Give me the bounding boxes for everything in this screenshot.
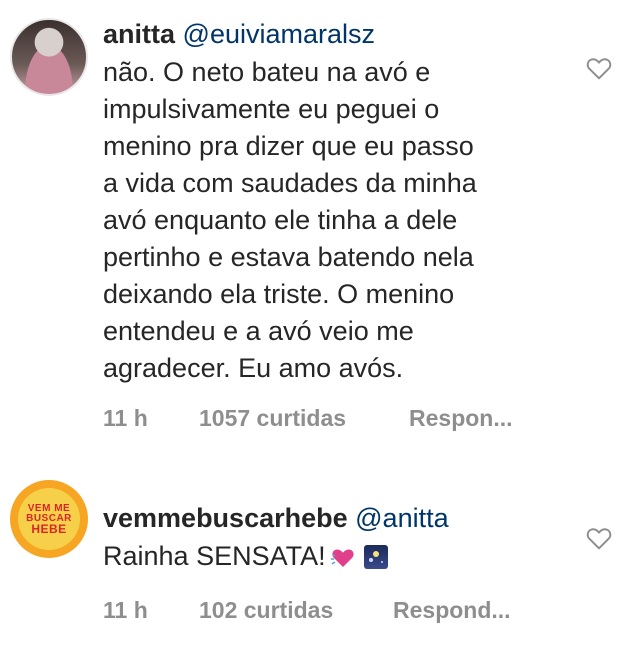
avatar[interactable]	[10, 18, 88, 96]
reply-button[interactable]: Respond...	[393, 597, 511, 624]
comment-time: 11 h	[103, 405, 148, 431]
comment-text-line: Rainha SENSATA!	[103, 538, 543, 575]
avatar-badge: VEM ME BUSCAR HEBE	[18, 488, 80, 550]
comment-header: vemmebuscarhebe @anitta	[103, 502, 543, 534]
comment-text-line: entendeu e a avó veio me	[103, 316, 414, 346]
comment-text-line: menino pra dizer que eu passo	[103, 131, 474, 161]
comment-mention[interactable]: @anitta	[355, 503, 448, 533]
comment-meta: 11 h 1057 curtidas Respon...	[103, 405, 543, 435]
comment-body: vemmebuscarhebe @anitta Rainha SENSATA! …	[103, 502, 543, 627]
comment-text: não. O neto bateu na avó e impulsivament…	[103, 54, 543, 387]
comment-text-line: avó enquanto ele tinha a dele	[103, 205, 458, 235]
comment-text-line: deixando ela triste. O menino	[103, 279, 455, 309]
comment-mention[interactable]: @euiviamaralsz	[183, 19, 375, 49]
comment-likes[interactable]: 1057 curtidas	[199, 405, 346, 432]
comment-text-line: a vida com saudades da minha	[103, 168, 477, 198]
comment-meta: 11 h 102 curtidas Respond...	[103, 597, 543, 627]
comment-text-line: agradecer. Eu amo avós.	[103, 353, 404, 383]
heart-outline-icon[interactable]	[586, 526, 612, 550]
comment-username[interactable]: anitta	[103, 19, 175, 49]
avatar[interactable]: VEM ME BUSCAR HEBE	[10, 480, 88, 558]
night-sky-emoji	[363, 545, 388, 569]
comment-text-line: pertinho e estava batendo nela	[103, 242, 474, 272]
reply-button[interactable]: Respon...	[409, 405, 513, 432]
comment-text: Rainha SENSATA!	[103, 538, 543, 575]
comment-username[interactable]: vemmebuscarhebe	[103, 503, 348, 533]
comment-text-line: impulsivamente eu peguei o	[103, 94, 440, 124]
avatar-text-line: HEBE	[31, 522, 67, 536]
comment-likes[interactable]: 102 curtidas	[199, 597, 333, 624]
comment-text-content: Rainha SENSATA!	[103, 541, 326, 571]
comment-body: anitta @euiviamaralsz não. O neto bateu …	[103, 18, 543, 435]
sparkling-heart-emoji	[330, 549, 354, 567]
comment-text-line: não. O neto bateu na avó e	[103, 57, 431, 87]
comment-header: anitta @euiviamaralsz	[103, 18, 543, 50]
heart-outline-icon[interactable]	[586, 56, 612, 80]
comment-time: 11 h	[103, 597, 148, 623]
